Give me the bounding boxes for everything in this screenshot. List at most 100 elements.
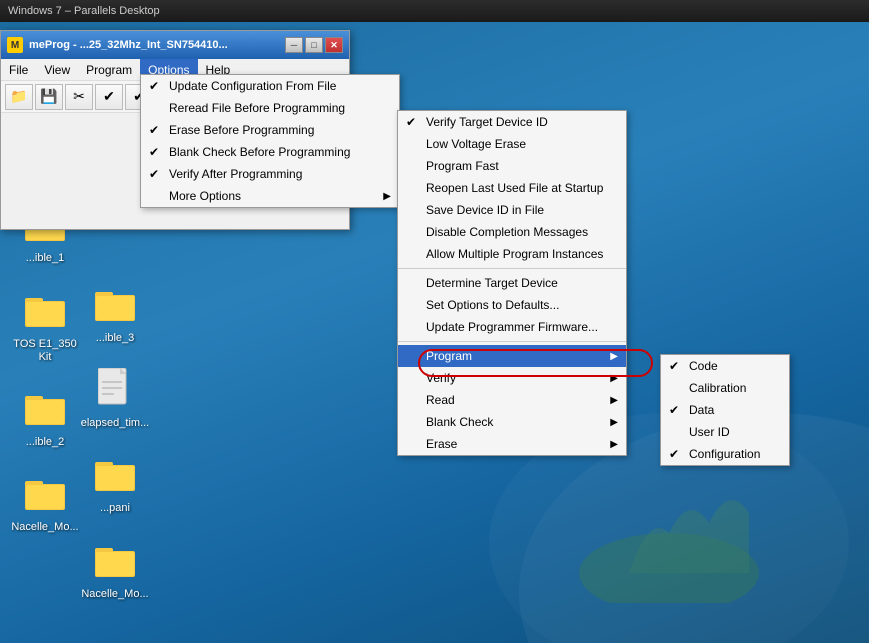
parallels-title: Windows 7 – Parallels Desktop: [8, 5, 160, 17]
desktop-icon-5[interactable]: ...ible_2: [10, 384, 80, 449]
mo-label-verify-target: Verify Target Device ID: [426, 115, 548, 129]
check-erase: ✔: [149, 123, 159, 137]
options-item-update-config[interactable]: ✔ Update Configuration From File: [141, 75, 399, 97]
prog-label-configuration: Configuration: [689, 447, 760, 461]
prog-calibration[interactable]: Calibration: [661, 377, 789, 399]
mo-label-erase: Erase: [426, 437, 457, 451]
mo-program[interactable]: Program ▶: [398, 345, 626, 367]
mo-reopen-last[interactable]: Reopen Last Used File at Startup: [398, 177, 626, 199]
options-item-reread-file[interactable]: Reread File Before Programming: [141, 97, 399, 119]
toolbar-check[interactable]: ✔: [95, 84, 123, 110]
prog-userid[interactable]: User ID: [661, 421, 789, 443]
folder-icon-pani: [95, 450, 135, 498]
separator-1: [398, 268, 626, 269]
icon-label-nacelle2: Nacelle_Mo...: [81, 588, 148, 601]
menu-program[interactable]: Program: [78, 59, 140, 80]
check-verify-target: ✔: [406, 115, 416, 129]
mo-update-firmware[interactable]: Update Programmer Firmware...: [398, 316, 626, 338]
program-submenu-menu: ✔ Code Calibration ✔ Data User ID ✔ Conf…: [660, 354, 790, 466]
mo-save-device-id[interactable]: Save Device ID in File: [398, 199, 626, 221]
options-label-erase: Erase Before Programming: [169, 123, 314, 137]
mo-label-disable-completion: Disable Completion Messages: [426, 225, 588, 239]
mo-label-set-defaults: Set Options to Defaults...: [426, 298, 559, 312]
window-title: meProg - ...25_32Mhz_Int_SN754410...: [29, 39, 285, 51]
icon-label-3: ...ible_1: [26, 252, 65, 265]
mo-label-reopen-last: Reopen Last Used File at Startup: [426, 181, 603, 195]
close-button[interactable]: ✕: [325, 37, 343, 53]
mo-allow-multiple[interactable]: Allow Multiple Program Instances: [398, 243, 626, 265]
blank-check-arrow: ▶: [610, 417, 618, 428]
check-code: ✔: [669, 359, 679, 373]
desktop-icons-col2: ...ible_3 elapsed_tim...: [80, 280, 150, 601]
mo-label-program-fast: Program Fast: [426, 159, 499, 173]
maximize-button[interactable]: □: [305, 37, 323, 53]
icon-label-elapsed: elapsed_tim...: [81, 417, 149, 430]
mo-verify[interactable]: Verify ▶: [398, 367, 626, 389]
options-item-erase[interactable]: ✔ Erase Before Programming: [141, 119, 399, 141]
more-options-submenu: ✔ Verify Target Device ID Low Voltage Er…: [397, 110, 627, 456]
mo-label-blank-check: Blank Check: [426, 415, 493, 429]
toolbar-save[interactable]: 💾: [35, 84, 63, 110]
mo-set-defaults[interactable]: Set Options to Defaults...: [398, 294, 626, 316]
check-configuration: ✔: [669, 447, 679, 461]
mo-label-save-device-id: Save Device ID in File: [426, 203, 544, 217]
menu-view[interactable]: View: [36, 59, 78, 80]
check-update-config: ✔: [149, 79, 159, 93]
folder-icon-6: [95, 280, 135, 328]
toolbar-open[interactable]: 📁: [5, 84, 33, 110]
prog-code[interactable]: ✔ Code: [661, 355, 789, 377]
mo-label-determine-target: Determine Target Device: [426, 276, 558, 290]
more-options-arrow: ▶: [383, 191, 391, 202]
mo-label-read: Read: [426, 393, 455, 407]
separator-2: [398, 341, 626, 342]
icon-label-6: ...ible_3: [96, 332, 135, 345]
folder-icon-tos: [25, 286, 65, 334]
prog-label-data: Data: [689, 403, 714, 417]
prog-label-userid: User ID: [689, 425, 730, 439]
desktop-icon-elapsed[interactable]: elapsed_tim...: [80, 365, 150, 430]
menu-file[interactable]: File: [1, 59, 36, 80]
mo-verify-target[interactable]: ✔ Verify Target Device ID: [398, 111, 626, 133]
options-label-more: More Options: [169, 189, 241, 203]
mo-blank-check[interactable]: Blank Check ▶: [398, 411, 626, 433]
check-blank: ✔: [149, 145, 159, 159]
options-item-blank-check[interactable]: ✔ Blank Check Before Programming: [141, 141, 399, 163]
desktop-icon-nacelle2[interactable]: Nacelle_Mo...: [80, 536, 150, 601]
file-icon-elapsed: [95, 365, 135, 413]
prog-data[interactable]: ✔ Data: [661, 399, 789, 421]
prog-label-code: Code: [689, 359, 718, 373]
desktop-icon-6[interactable]: ...ible_3: [80, 280, 150, 345]
window-controls: ─ □ ✕: [285, 37, 343, 53]
window-titlebar: M meProg - ...25_32Mhz_Int_SN754410... ─…: [1, 31, 349, 59]
options-label-verify-after: Verify After Programming: [169, 167, 302, 181]
mo-read[interactable]: Read ▶: [398, 389, 626, 411]
verify-arrow: ▶: [610, 373, 618, 384]
desktop-icon-tos[interactable]: TOS E1_350 Kit: [10, 286, 80, 364]
erase-arrow: ▶: [610, 439, 618, 450]
check-data: ✔: [669, 403, 679, 417]
desktop-icon-nacelle1[interactable]: Nacelle_Mo...: [10, 469, 80, 534]
nature-decoration: [569, 453, 769, 603]
minimize-button[interactable]: ─: [285, 37, 303, 53]
mo-program-fast[interactable]: Program Fast: [398, 155, 626, 177]
prog-configuration[interactable]: ✔ Configuration: [661, 443, 789, 465]
options-label-update-config: Update Configuration From File: [169, 79, 336, 93]
mo-label-allow-multiple: Allow Multiple Program Instances: [426, 247, 603, 261]
mo-low-voltage[interactable]: Low Voltage Erase: [398, 133, 626, 155]
mo-determine-target[interactable]: Determine Target Device: [398, 272, 626, 294]
mo-disable-completion[interactable]: Disable Completion Messages: [398, 221, 626, 243]
icon-label-5: ...ible_2: [26, 436, 65, 449]
program-arrow: ▶: [610, 351, 618, 362]
mo-label-update-firmware: Update Programmer Firmware...: [426, 320, 598, 334]
options-item-verify-after[interactable]: ✔ Verify After Programming: [141, 163, 399, 185]
icon-label-tos: TOS E1_350 Kit: [10, 338, 80, 364]
mo-erase[interactable]: Erase ▶: [398, 433, 626, 455]
desktop-icon-pani[interactable]: ...pani: [80, 450, 150, 515]
options-dropdown-menu: ✔ Update Configuration From File Reread …: [140, 74, 400, 208]
parallels-topbar: Windows 7 – Parallels Desktop: [0, 0, 869, 22]
options-item-more[interactable]: More Options ▶: [141, 185, 399, 207]
options-label-blank-check: Blank Check Before Programming: [169, 145, 350, 159]
mo-label-verify: Verify: [426, 371, 456, 385]
toolbar-cut[interactable]: ✂: [65, 84, 93, 110]
desktop: Windows 7 – Parallels Desktop ...ion...: [0, 0, 869, 643]
